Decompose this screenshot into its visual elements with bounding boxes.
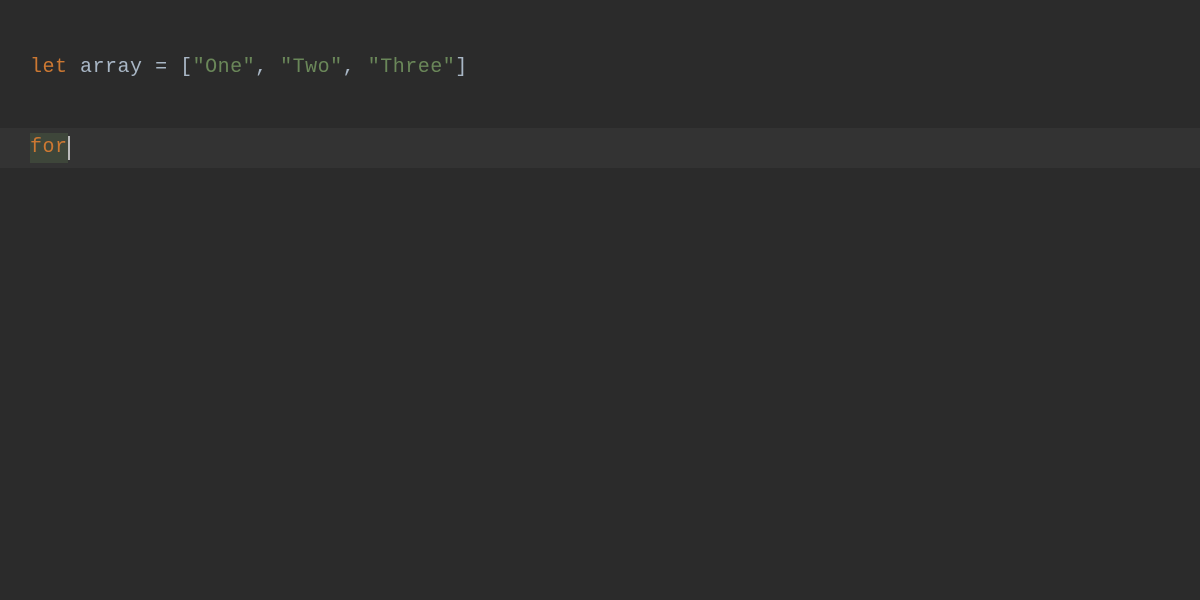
space: [355, 54, 368, 82]
space: [143, 54, 156, 82]
code-line-3-current[interactable]: for: [0, 128, 1200, 168]
identifier-array: array: [80, 54, 143, 82]
space: [68, 54, 81, 82]
code-line-1[interactable]: let array = ["One", "Two", "Three"]: [0, 48, 1200, 88]
keyword-for-typed: for: [30, 133, 68, 163]
operator-equals: =: [155, 54, 168, 82]
comma: ,: [255, 54, 268, 82]
bracket-open: [: [180, 54, 193, 82]
string-three: "Three": [368, 54, 456, 82]
code-editor[interactable]: let array = ["One", "Two", "Three"] for: [0, 0, 1200, 600]
space: [268, 54, 281, 82]
string-one: "One": [193, 54, 256, 82]
code-line-2-empty[interactable]: [0, 88, 1200, 128]
space: [168, 54, 181, 82]
text-cursor: [68, 136, 70, 160]
keyword-let: let: [30, 54, 68, 82]
string-two: "Two": [280, 54, 343, 82]
bracket-close: ]: [455, 54, 468, 82]
comma: ,: [343, 54, 356, 82]
